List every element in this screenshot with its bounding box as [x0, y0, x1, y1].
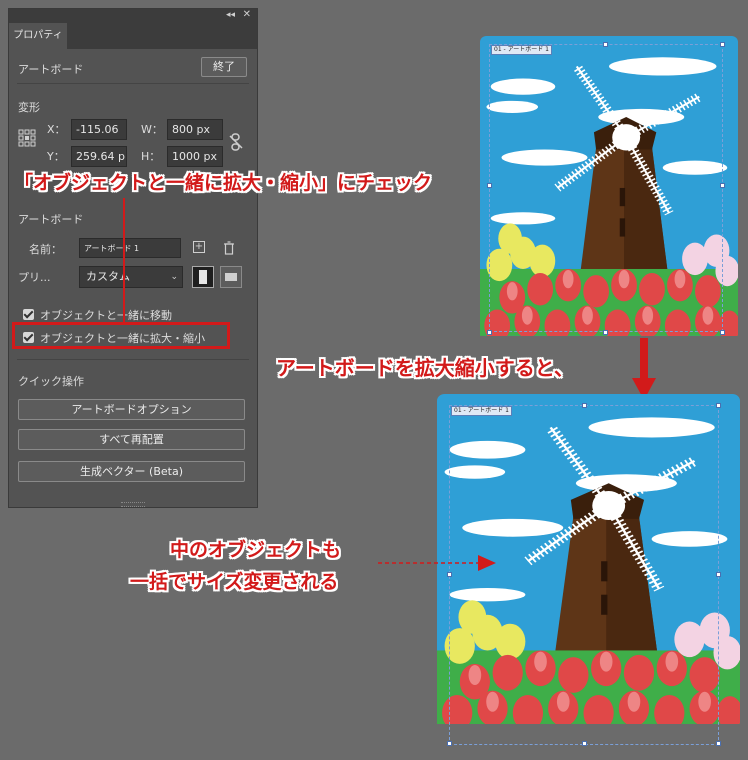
resize-handle[interactable]: [447, 741, 452, 746]
tab-properties[interactable]: プロパティ: [9, 23, 67, 49]
quick-actions-title: クイック操作: [18, 375, 84, 388]
generative-vector-button[interactable]: 生成ベクター (Beta): [18, 461, 245, 482]
down-arrow: [632, 338, 656, 400]
artboard-section-label: アートボード: [18, 63, 84, 76]
dashed-arrow: [378, 554, 498, 572]
y-field[interactable]: 259.64 p: [71, 146, 127, 167]
properties-panel: ◂◂ ✕ プロパティ アートボード 終了 変形 X： -115.06 W： 80…: [8, 8, 258, 508]
resize-handle[interactable]: [716, 403, 721, 408]
transform-title: 変形: [18, 101, 40, 114]
trash-icon[interactable]: [223, 240, 235, 255]
resize-note: アートボードを拡大縮小すると、: [276, 356, 574, 380]
resize-handle[interactable]: [603, 330, 608, 335]
w-label: W：: [141, 123, 163, 136]
resize-handle[interactable]: [720, 183, 725, 188]
artboard-bounds[interactable]: [489, 44, 723, 332]
artboard-name-tag: 01 - アートボード 1: [491, 45, 552, 55]
resize-grip[interactable]: [121, 502, 145, 507]
preset-label: プリ...: [18, 271, 51, 284]
collapse-icon[interactable]: ◂◂: [226, 10, 235, 20]
close-icon[interactable]: ✕: [243, 9, 251, 20]
landscape-icon[interactable]: [220, 266, 242, 288]
w-field[interactable]: 800 px: [167, 119, 223, 140]
divider: [17, 359, 249, 360]
resize-handle[interactable]: [487, 330, 492, 335]
h-field[interactable]: 1000 px: [167, 146, 223, 167]
resize-handle[interactable]: [487, 183, 492, 188]
add-artboard-icon[interactable]: +: [193, 241, 205, 253]
artboard-name-field[interactable]: アートボード 1: [79, 238, 181, 258]
resize-handle[interactable]: [716, 741, 721, 746]
link-icon[interactable]: [229, 133, 243, 151]
resize-handle[interactable]: [716, 572, 721, 577]
resize-handle[interactable]: [720, 42, 725, 47]
panel-tabbar: プロパティ: [9, 23, 257, 49]
check-note: 「オブジェクトと一緒に拡大・縮小」にチェック: [14, 172, 433, 194]
resize-handle[interactable]: [603, 42, 608, 47]
inner-note-line1: 中のオブジェクトも: [170, 539, 342, 561]
y-label: Y：: [47, 150, 65, 163]
name-label: 名前：: [29, 243, 62, 256]
highlight-box: [12, 322, 230, 349]
done-button[interactable]: 終了: [201, 57, 247, 77]
move-with-objects-label: オブジェクトと一緒に移動: [40, 309, 172, 322]
artboard-name-tag-resized: 01 - アートボード 1: [451, 406, 512, 416]
resize-handle[interactable]: [582, 741, 587, 746]
portrait-icon[interactable]: [192, 266, 214, 288]
connector-line: [123, 198, 125, 322]
artboard-options-button[interactable]: アートボードオプション: [18, 399, 245, 420]
artboard-title: アートボード: [18, 213, 84, 226]
divider: [17, 83, 249, 84]
resize-handle[interactable]: [447, 572, 452, 577]
x-label: X：: [47, 123, 66, 136]
artboard-bounds-resized[interactable]: [449, 405, 719, 745]
panel-titlebar: ◂◂ ✕: [9, 9, 257, 23]
preset-select[interactable]: カスタム ⌄: [79, 266, 183, 288]
move-with-objects-checkbox[interactable]: [23, 309, 34, 320]
resize-handle[interactable]: [582, 403, 587, 408]
rearrange-all-button[interactable]: すべて再配置: [18, 429, 245, 450]
reference-point-icon[interactable]: [18, 129, 36, 147]
chevron-down-icon: ⌄: [170, 272, 178, 282]
x-field[interactable]: -115.06: [71, 119, 127, 140]
h-label: H：: [141, 150, 161, 163]
inner-note-line2: 一括でサイズ変更される: [130, 571, 339, 593]
resize-handle[interactable]: [720, 330, 725, 335]
